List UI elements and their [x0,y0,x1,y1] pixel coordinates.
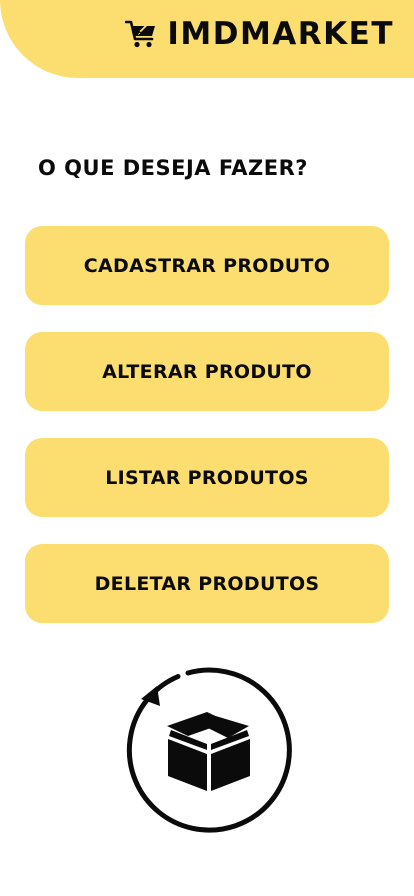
page-prompt: O QUE DESEJA FAZER? [38,156,308,180]
delete-products-button[interactable]: DELETAR PRODUTOS [25,544,389,623]
brand-name: IMDMARKET [167,15,394,52]
shopping-cart-icon [125,18,157,50]
action-menu: CADASTRAR PRODUTO ALTERAR PRODUTO LISTAR… [25,226,389,623]
register-product-button[interactable]: CADASTRAR PRODUTO [25,226,389,305]
box-refresh-icon [124,666,292,834]
header: IMDMARKET [0,0,414,78]
list-products-button[interactable]: LISTAR PRODUTOS [25,438,389,517]
brand: IMDMARKET [125,18,394,50]
edit-product-button[interactable]: ALTERAR PRODUTO [25,332,389,411]
